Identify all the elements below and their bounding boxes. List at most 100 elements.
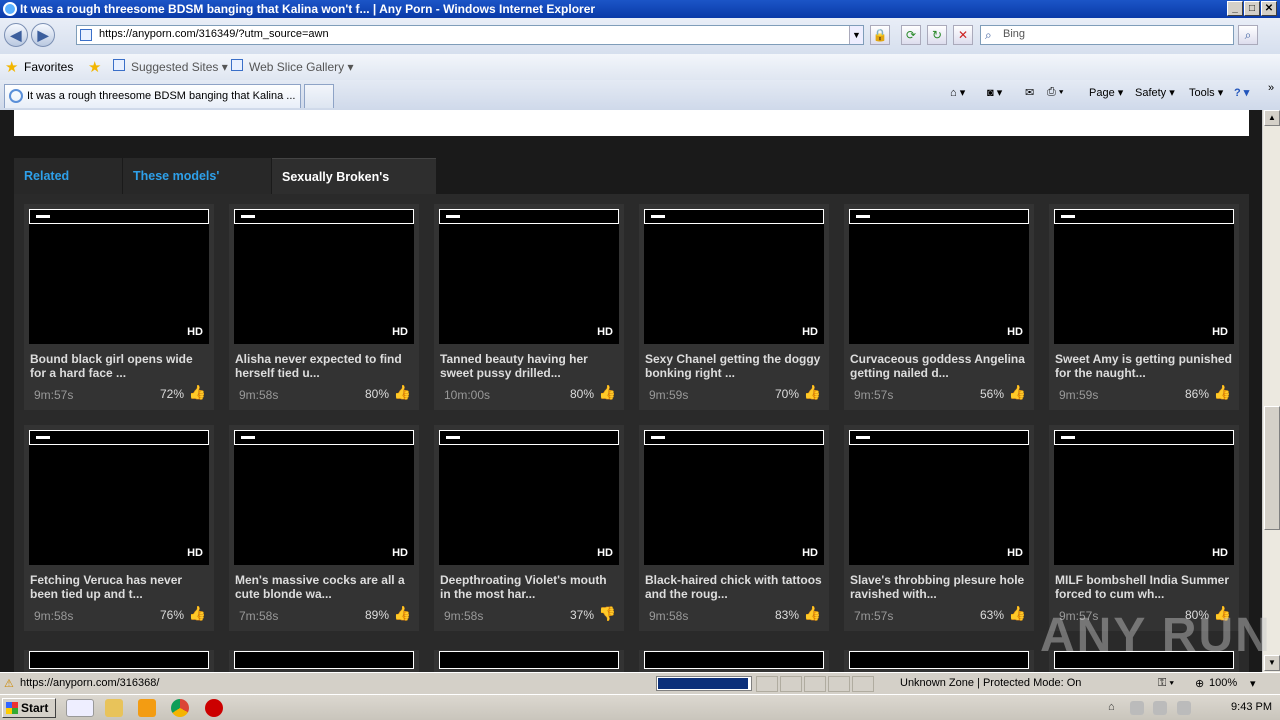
video-card[interactable]: HD MILF bombshell India Summer forced to … [1049,425,1239,631]
media-player-icon[interactable] [138,699,156,717]
video-card-partial[interactable] [639,650,829,672]
video-thumbnail[interactable]: HD [234,430,414,565]
safety-menu[interactable]: Safety ▾ [1135,86,1175,99]
video-card-partial[interactable] [434,650,624,672]
ie-taskbar-icon[interactable] [66,699,94,717]
protected-mode-icon[interactable]: ⚿ ▾ [1158,677,1174,690]
chrome-icon[interactable] [171,699,189,717]
video-card[interactable]: HD Slave's throbbing plesure hole ravishe… [844,425,1034,631]
video-card-partial[interactable] [229,650,419,672]
minimize-button[interactable]: _ [1227,1,1243,16]
tray-flag-icon[interactable]: ⌂ [1108,701,1122,715]
tab-related-videos[interactable]: Related Videos [14,158,122,219]
video-title[interactable]: Black-haired chick with tattoos and the … [645,573,823,601]
suggested-sites[interactable]: Suggested Sites ▾ [131,60,228,74]
zoom-dropdown-icon[interactable]: ▾ [1250,677,1256,690]
mail-icon[interactable]: ✉ [1025,86,1034,99]
lock-icon[interactable]: 🔒 [870,25,890,45]
search-box[interactable]: ⌕ Bing [980,25,1234,45]
video-card[interactable]: HD Sweet Amy is getting punished for the … [1049,204,1239,410]
help-icon[interactable]: ? ▾ [1234,86,1249,99]
video-title[interactable]: Tanned beauty having her sweet pussy dri… [440,352,618,380]
ad-banner [14,110,1249,136]
feeds-icon[interactable]: ◙ ▾ [987,86,1002,99]
video-thumbnail[interactable]: HD [849,430,1029,565]
navigation-bar: ◀ ▶ https://anyporn.com/316349/?utm_sour… [0,18,1280,54]
compatibility-icon[interactable]: ⟳ [901,25,921,45]
video-duration: 9m:59s [1059,388,1099,402]
tab-channel-videos[interactable]: Sexually Broken's Videos [272,158,436,220]
back-button[interactable]: ◀ [4,23,28,47]
video-title[interactable]: Deepthroating Violet's mouth in the most… [440,573,618,601]
video-thumbnail[interactable]: HD [29,430,209,565]
tools-menu[interactable]: Tools ▾ [1189,86,1223,99]
address-input[interactable]: https://anyporn.com/316349/?utm_source=a… [99,28,329,40]
status-pane [828,676,850,692]
action-center-icon[interactable] [1177,701,1191,715]
video-duration: 9m:59s [649,388,689,402]
video-title[interactable]: Slave's throbbing plesure hole ravished … [850,573,1028,601]
video-thumbnail[interactable]: HD [234,209,414,344]
new-tab-button[interactable] [304,84,334,108]
scroll-thumb[interactable] [1264,406,1280,530]
video-thumbnail[interactable]: HD [439,430,619,565]
video-thumbnail[interactable]: HD [439,209,619,344]
refresh-icon[interactable]: ↻ [927,25,947,45]
address-bar[interactable]: https://anyporn.com/316349/?utm_source=a… [76,25,864,45]
favorites-star-icon[interactable]: ★ [5,58,18,76]
close-button[interactable]: ✕ [1261,1,1277,16]
tab-models-videos[interactable]: These models' Videos [123,158,271,219]
start-button[interactable]: Start [2,698,56,718]
video-title[interactable]: Bound black girl opens wide for a hard f… [30,352,208,380]
vertical-scrollbar[interactable]: ▲ ▼ [1262,110,1280,672]
maximize-button[interactable]: □ [1244,1,1260,16]
network-icon[interactable] [1130,701,1144,715]
video-duration: 9m:58s [239,388,279,402]
video-title[interactable]: Fetching Veruca has never been tied up a… [30,573,208,601]
video-card[interactable]: HD Alisha never expected to find herself … [229,204,419,410]
browser-tab-active[interactable]: It was a rough threesome BDSM banging th… [4,84,301,108]
video-card[interactable]: HD Deepthroating Violet's mouth in the mo… [434,425,624,631]
video-card[interactable]: HD Bound black girl opens wide for a hard… [24,204,214,410]
video-card[interactable]: HD Curvaceous goddess Angelina getting na… [844,204,1034,410]
add-favorite-icon[interactable]: ★ [88,58,101,76]
search-input[interactable]: Bing [1003,28,1025,40]
video-thumbnail[interactable]: HD [644,430,824,565]
video-title[interactable]: Sweet Amy is getting punished for the na… [1055,352,1233,380]
explorer-icon[interactable] [105,699,123,717]
video-card[interactable]: HD Black-haired chick with tattoos and th… [639,425,829,631]
security-app-icon[interactable] [205,699,223,717]
video-thumbnail[interactable]: HD [849,209,1029,344]
thumbs-up-icon: 👍 [188,384,206,400]
video-card-partial[interactable] [24,650,214,672]
video-thumbnail[interactable]: HD [1054,430,1234,565]
page-menu[interactable]: Page ▾ [1089,86,1123,99]
video-title[interactable]: Men's massive cocks are all a cute blond… [235,573,413,601]
print-icon[interactable]: ⎙ ▾ [1047,86,1063,99]
video-title[interactable]: Alisha never expected to find herself ti… [235,352,413,380]
video-card[interactable]: HD Tanned beauty having her sweet pussy d… [434,204,624,410]
home-icon[interactable]: ⌂ ▾ [950,86,965,99]
scroll-up-arrow-icon[interactable]: ▲ [1264,110,1280,126]
search-button[interactable]: ⌕ [1238,25,1258,45]
volume-icon[interactable] [1153,701,1167,715]
chevron-more-icon[interactable]: » [1268,82,1274,94]
favorites-button[interactable]: Favorites [24,60,73,74]
clock[interactable]: 9:43 PM [1231,701,1272,713]
video-title[interactable]: Curvaceous goddess Angelina getting nail… [850,352,1028,380]
video-thumbnail[interactable]: HD [29,209,209,344]
video-thumbnail[interactable]: HD [1054,209,1234,344]
web-slice-gallery[interactable]: Web Slice Gallery ▾ [249,60,354,74]
address-dropdown-icon[interactable]: ▼ [849,26,863,44]
video-card[interactable]: HD Fetching Veruca has never been tied up… [24,425,214,631]
security-zone[interactable]: Unknown Zone | Protected Mode: On [900,677,1081,689]
forward-button[interactable]: ▶ [31,23,55,47]
video-card[interactable]: HD Sexy Chanel getting the doggy bonking … [639,204,829,410]
video-card-partial[interactable] [844,650,1034,672]
video-title[interactable]: MILF bombshell India Summer forced to cu… [1055,573,1233,601]
video-card[interactable]: HD Men's massive cocks are all a cute blo… [229,425,419,631]
stop-icon[interactable]: ✕ [953,25,973,45]
video-title[interactable]: Sexy Chanel getting the doggy bonking ri… [645,352,823,380]
zoom-level[interactable]: 100% [1209,677,1237,689]
video-thumbnail[interactable]: HD [644,209,824,344]
